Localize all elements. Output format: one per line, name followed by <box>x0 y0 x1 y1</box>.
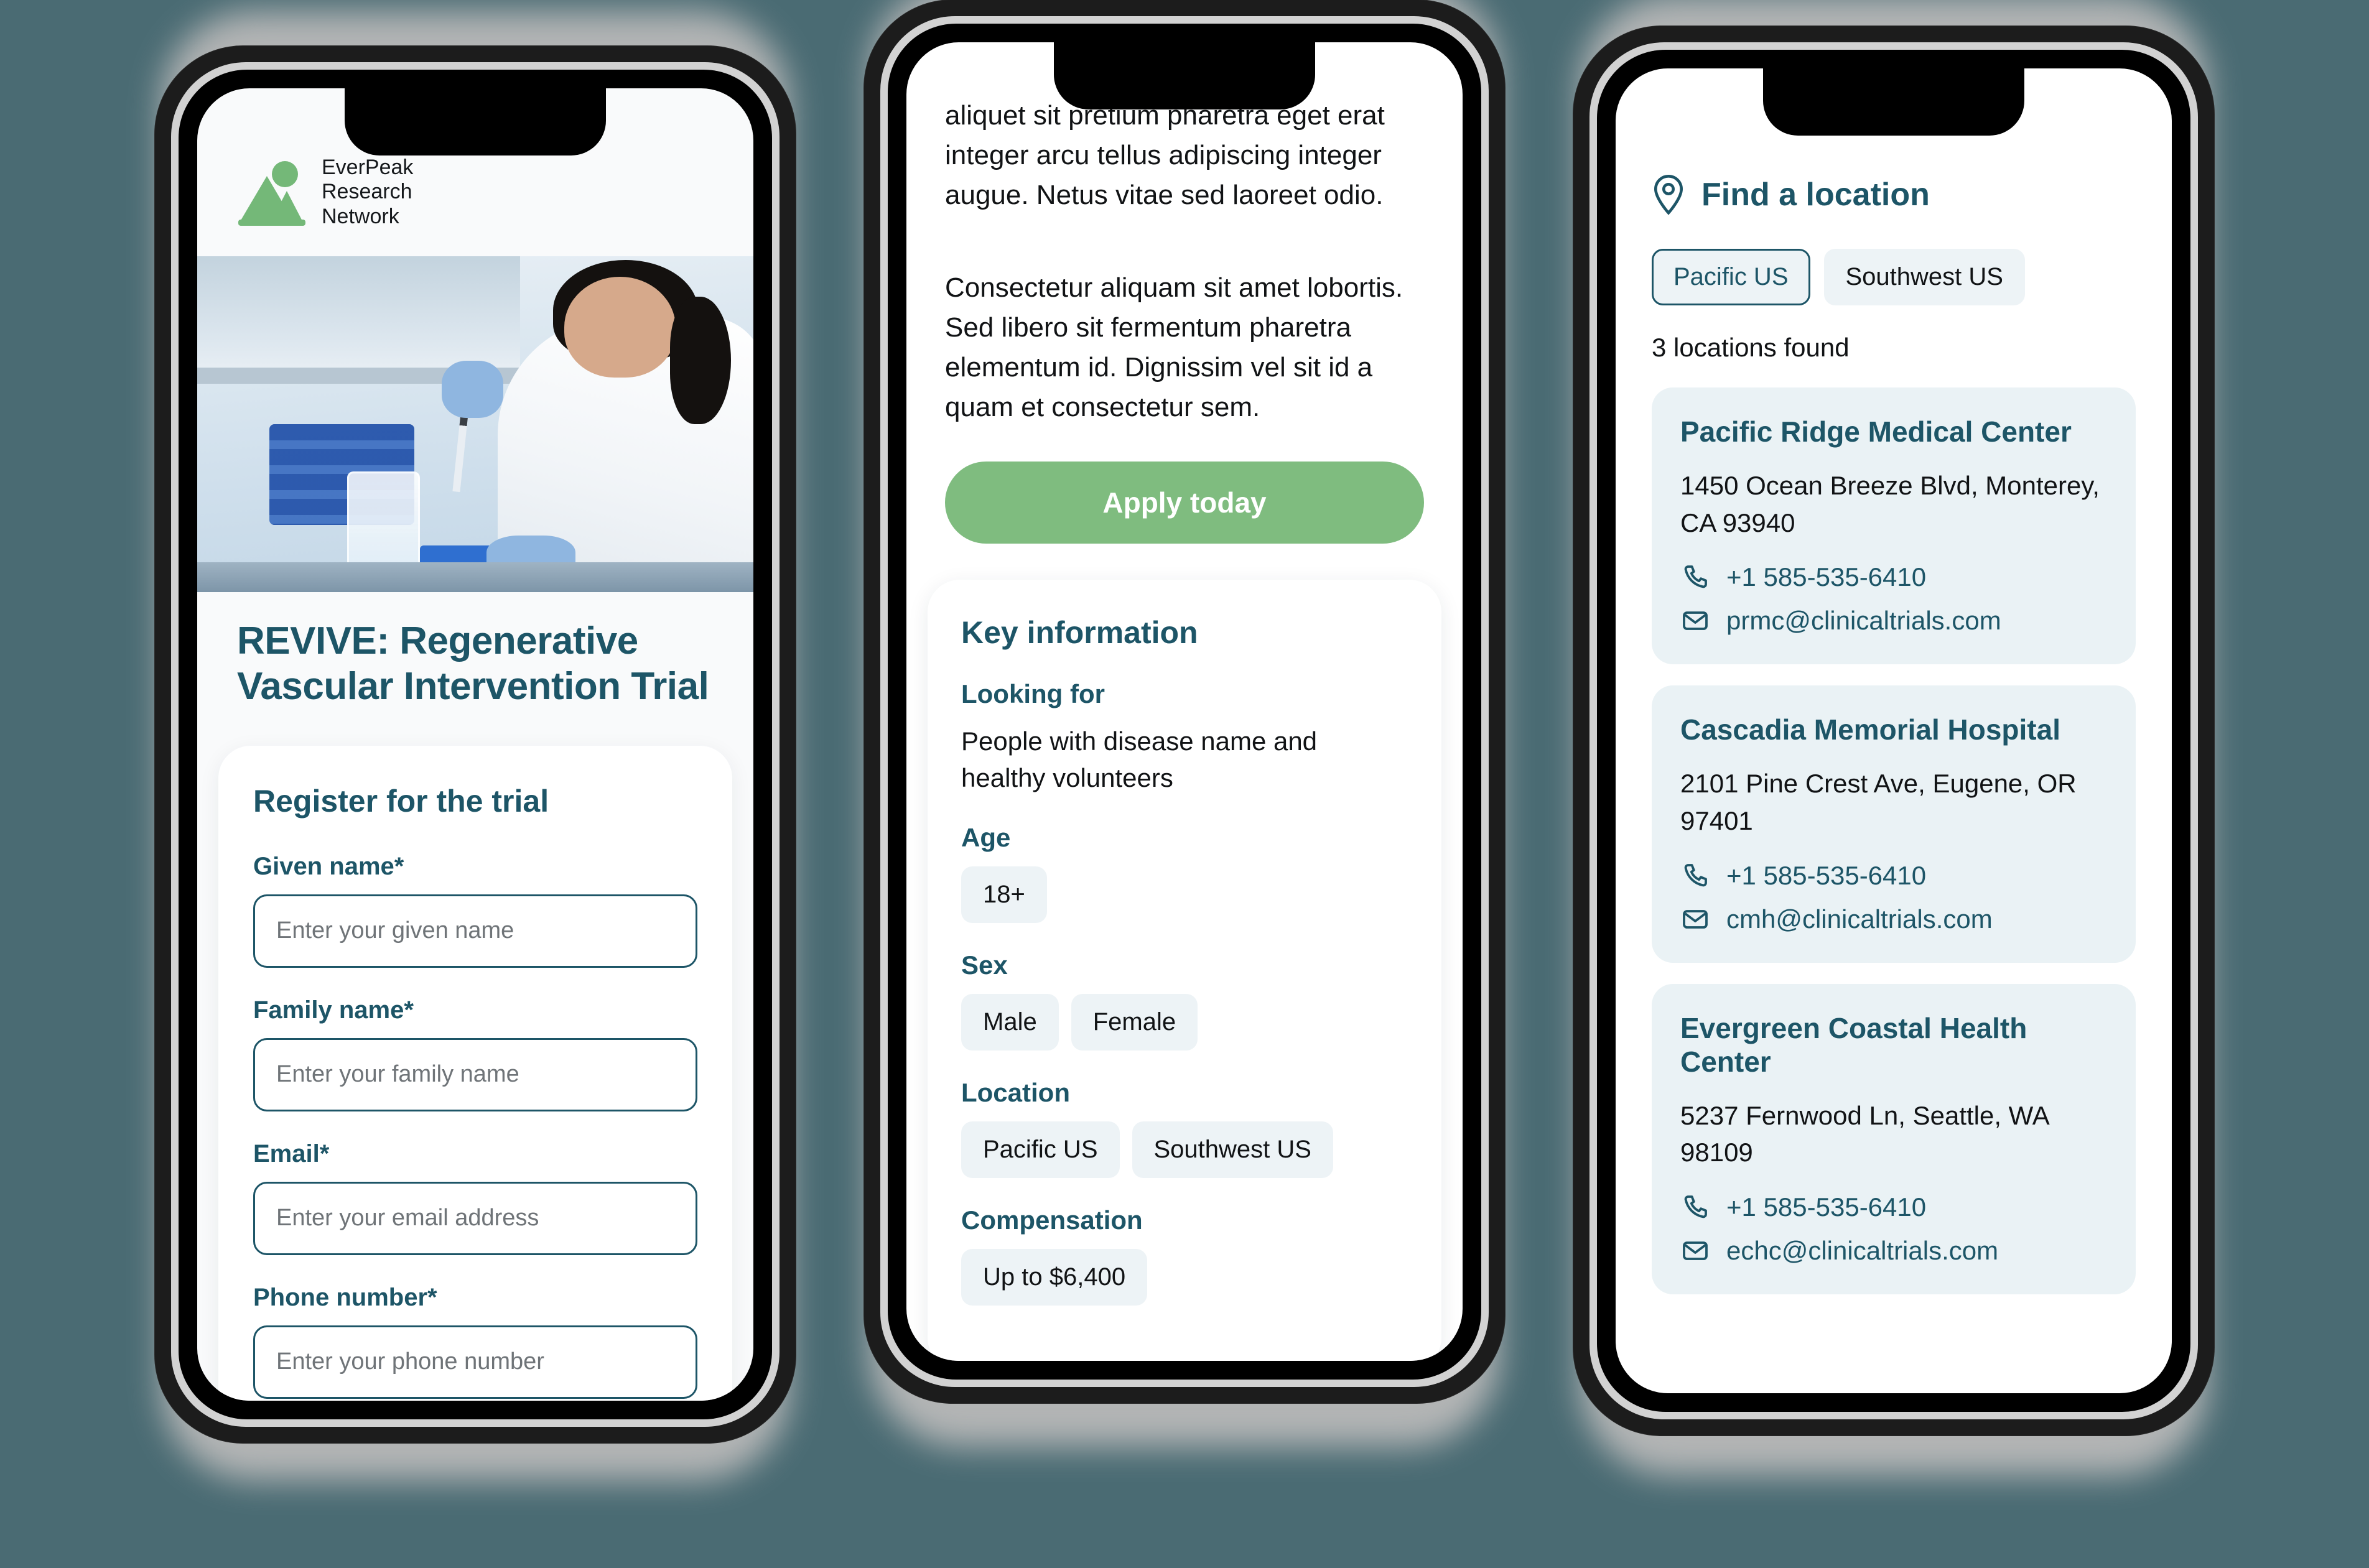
page-title: REVIVE: Regenerative Vascular Interventi… <box>237 619 709 708</box>
results-count: 3 locations found <box>1652 333 1850 362</box>
phone-device-details: aliquet sit pretium pharetra eget erat i… <box>864 0 1505 1447</box>
device-bezel: aliquet sit pretium pharetra eget erat i… <box>888 24 1481 1380</box>
description-paragraph-2: Consectetur aliquam sit amet lobortis. S… <box>945 272 1403 423</box>
location-card: Pacific Ridge Medical Center 1450 Ocean … <box>1652 387 2136 665</box>
looking-for-value: People with disease name and healthy vol… <box>961 726 1318 793</box>
phone-number-label: Phone number* <box>253 1283 437 1311</box>
description-paragraph-1: aliquet sit pretium pharetra eget erat i… <box>945 100 1385 211</box>
device-screen: Find a location Pacific US Southwest US … <box>1616 68 2172 1393</box>
location-chip-row: Pacific US Southwest US <box>961 1121 1408 1178</box>
location-name: Pacific Ridge Medical Center <box>1680 415 2072 448</box>
location-phone: +1 585-535-6410 <box>1726 1192 1927 1222</box>
location-chip-pacific-us[interactable]: Pacific US <box>961 1121 1120 1178</box>
phone-icon <box>1684 565 1707 588</box>
phone-number-input[interactable] <box>253 1325 697 1399</box>
find-location-header: Find a location <box>1652 174 2136 215</box>
given-name-input[interactable] <box>253 894 697 968</box>
brand-line-1: EverPeak <box>322 155 414 179</box>
email-input[interactable] <box>253 1181 697 1255</box>
device-screen: EverPeak Research Network REVIVE: Regene… <box>197 88 753 1401</box>
phone-device-registration: EverPeak Research Network REVIVE: Regene… <box>155 0 796 1480</box>
location-phone-line[interactable]: +1 585-535-6410 <box>1680 562 2107 592</box>
sex-label: Sex <box>961 950 1008 980</box>
location-address: 1450 Ocean Breeze Blvd, Monterey, CA 939… <box>1680 471 2100 537</box>
email-label: Email* <box>253 1139 330 1167</box>
location-address: 2101 Pine Crest Ave, Eugene, OR 97401 <box>1680 769 2077 835</box>
envelope-icon <box>1683 909 1708 929</box>
location-phone-line[interactable]: +1 585-535-6410 <box>1680 1192 2107 1222</box>
device-notch <box>345 88 606 155</box>
sex-chip-female[interactable]: Female <box>1071 993 1198 1051</box>
device-bezel: EverPeak Research Network REVIVE: Regene… <box>179 70 772 1419</box>
key-information-heading: Key information <box>961 615 1198 650</box>
envelope-icon <box>1683 611 1708 631</box>
location-address: 5237 Fernwood Ln, Seattle, WA 98109 <box>1680 1100 2049 1167</box>
location-card: Evergreen Coastal Health Center 5237 Fer… <box>1652 983 2136 1294</box>
location-chip-southwest-us[interactable]: Southwest US <box>1132 1121 1333 1178</box>
location-email: cmh@clinicaltrials.com <box>1726 904 1993 934</box>
device-bezel: Find a location Pacific US Southwest US … <box>1597 50 2190 1412</box>
given-name-label: Given name* <box>253 852 404 880</box>
map-pin-icon <box>1654 174 1683 215</box>
location-email-line[interactable]: cmh@clinicaltrials.com <box>1680 904 2107 934</box>
brand-line-3: Network <box>322 204 399 228</box>
envelope-icon <box>1683 1241 1708 1260</box>
phone-mockup-stage: EverPeak Research Network REVIVE: Regene… <box>0 0 2369 1568</box>
registration-heading: Register for the trial <box>253 783 549 819</box>
key-information-card: Key information Looking for People with … <box>928 579 1441 1361</box>
brand-line-2: Research <box>322 180 412 204</box>
device-notch <box>1054 42 1315 109</box>
filter-chip-pacific-us[interactable]: Pacific US <box>1652 249 1810 305</box>
family-name-label: Family name* <box>253 996 414 1024</box>
device-rim: aliquet sit pretium pharetra eget erat i… <box>880 16 1489 1387</box>
location-name: Cascadia Memorial Hospital <box>1680 713 2060 746</box>
location-card: Cascadia Memorial Hospital 2101 Pine Cre… <box>1652 685 2136 963</box>
family-name-input[interactable] <box>253 1037 697 1111</box>
location-phone: +1 585-535-6410 <box>1726 860 1927 890</box>
filter-chip-southwest-us[interactable]: Southwest US <box>1823 249 2025 305</box>
find-location-title: Find a location <box>1701 177 1930 213</box>
brand-name: EverPeak Research Network <box>322 155 413 229</box>
location-label: Location <box>961 1077 1070 1107</box>
phone-icon <box>1684 1195 1707 1218</box>
age-chip-row: 18+ <box>961 866 1408 923</box>
sex-chip-male[interactable]: Male <box>961 993 1059 1051</box>
location-email-line[interactable]: echc@clinicaltrials.com <box>1680 1236 2107 1266</box>
location-name: Evergreen Coastal Health Center <box>1680 1011 2027 1078</box>
location-email: echc@clinicaltrials.com <box>1726 1235 1999 1265</box>
device-body: Find a location Pacific US Southwest US … <box>1573 26 2214 1436</box>
device-rim: EverPeak Research Network REVIVE: Regene… <box>171 62 780 1427</box>
location-email-line[interactable]: prmc@clinicaltrials.com <box>1680 606 2107 636</box>
age-label: Age <box>961 822 1011 852</box>
sex-chip-row: Male Female <box>961 993 1408 1051</box>
compensation-chip-row: Up to $6,400 <box>961 1248 1408 1306</box>
device-rim: Find a location Pacific US Southwest US … <box>1589 42 2198 1419</box>
phone-device-locations: Find a location Pacific US Southwest US … <box>1573 0 2214 1475</box>
hero-image <box>197 256 753 593</box>
compensation-label: Compensation <box>961 1205 1143 1235</box>
location-filter-row: Pacific US Southwest US <box>1652 249 2136 305</box>
looking-for-label: Looking for <box>961 679 1105 708</box>
age-chip[interactable]: 18+ <box>961 866 1047 923</box>
device-screen: aliquet sit pretium pharetra eget erat i… <box>906 42 1463 1361</box>
phone-icon <box>1684 863 1707 886</box>
location-email: prmc@clinicaltrials.com <box>1726 606 2001 636</box>
compensation-chip[interactable]: Up to $6,400 <box>961 1248 1148 1306</box>
apply-today-button[interactable]: Apply today <box>945 461 1424 544</box>
device-notch <box>1763 68 2024 136</box>
location-phone: +1 585-535-6410 <box>1726 562 1927 592</box>
registration-card: Register for the trial Given name* Famil… <box>218 745 732 1401</box>
device-body: aliquet sit pretium pharetra eget erat i… <box>864 0 1505 1403</box>
location-phone-line[interactable]: +1 585-535-6410 <box>1680 861 2107 891</box>
mountain-peak-logo-icon <box>237 159 305 226</box>
device-body: EverPeak Research Network REVIVE: Regene… <box>155 46 796 1443</box>
